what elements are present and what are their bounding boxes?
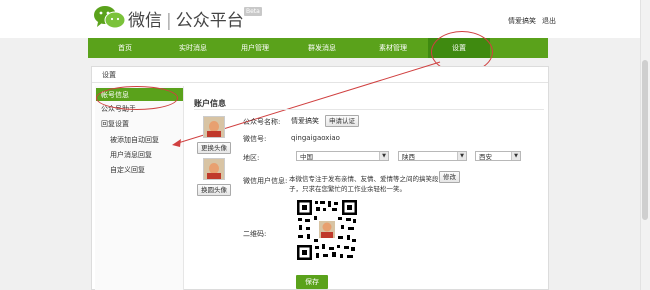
nav-mass-messages[interactable]: 群发消息: [286, 38, 358, 58]
wechat-logo-icon: [94, 6, 126, 29]
brand-name: 微信: [128, 11, 162, 31]
avatar-round: [203, 158, 225, 180]
intro-label: 微信用户信息:: [243, 177, 288, 185]
intro-value: 本微信专注于发布亲情、友情、爱情等之间的搞笑段子，只求在您繁忙的工作业余轻松一笑…: [289, 175, 439, 193]
sidebar-item-custom-reply[interactable]: 自定义回复: [110, 165, 145, 175]
annotation-circle-account-info: [96, 86, 178, 110]
wechat-id-value: qingaigaoxiao: [291, 134, 340, 142]
province-value: 陕西: [402, 153, 415, 161]
avatar: [203, 116, 225, 138]
nav-user-management[interactable]: 用户管理: [224, 38, 286, 58]
country-value: 中国: [300, 153, 313, 161]
panel-divider: [92, 82, 548, 83]
qrcode-label: 二维码:: [243, 230, 267, 238]
save-button[interactable]: 保存: [296, 275, 328, 289]
change-round-avatar-button[interactable]: 换圆头像: [197, 184, 231, 196]
scrollbar-thumb[interactable]: [642, 60, 648, 220]
dropdown-arrow-icon: ▼: [457, 152, 466, 160]
sidebar: [95, 86, 184, 290]
username[interactable]: 情爱搞笑: [508, 17, 536, 25]
verify-button[interactable]: 申请认证: [325, 115, 359, 127]
sidebar-item-reply-settings[interactable]: 回复设置: [101, 119, 129, 129]
wechat-id-label: 微信号:: [243, 135, 267, 143]
edit-intro-button[interactable]: 修改: [439, 171, 460, 183]
country-select[interactable]: 中国 ▼: [296, 151, 389, 161]
user-info: 情爱搞笑 退出: [508, 16, 556, 26]
account-name-label: 公众号名称:: [243, 118, 281, 126]
city-select[interactable]: 西安 ▼: [475, 151, 521, 161]
beta-badge: Beta: [244, 7, 262, 16]
nav-materials[interactable]: 素材管理: [358, 38, 428, 58]
province-select[interactable]: 陕西 ▼: [398, 151, 467, 161]
region-label: 地区:: [243, 154, 260, 162]
dropdown-arrow-icon: ▼: [379, 152, 388, 160]
brand-separator: |: [166, 11, 172, 31]
brand-title: 微信 | 公众平台: [128, 6, 244, 31]
panel-title: 设置: [102, 71, 116, 79]
dropdown-arrow-icon: ▼: [511, 152, 520, 160]
sidebar-item-message-reply[interactable]: 用户消息回复: [110, 150, 152, 160]
nav-realtime-messages[interactable]: 实时消息: [162, 38, 224, 58]
account-info-title: 账户信息: [194, 99, 226, 108]
city-value: 西安: [479, 153, 492, 161]
sidebar-item-auto-reply[interactable]: 被添加自动回复: [110, 135, 159, 145]
qrcode-icon: [296, 199, 358, 261]
nav-home[interactable]: 首页: [88, 38, 162, 58]
main-divider: [194, 109, 544, 110]
account-name-value: 情爱搞笑: [291, 117, 319, 125]
logout-link[interactable]: 退出: [542, 17, 556, 25]
change-avatar-button[interactable]: 更换头像: [197, 142, 231, 154]
brand-subtitle: 公众平台: [175, 11, 244, 31]
